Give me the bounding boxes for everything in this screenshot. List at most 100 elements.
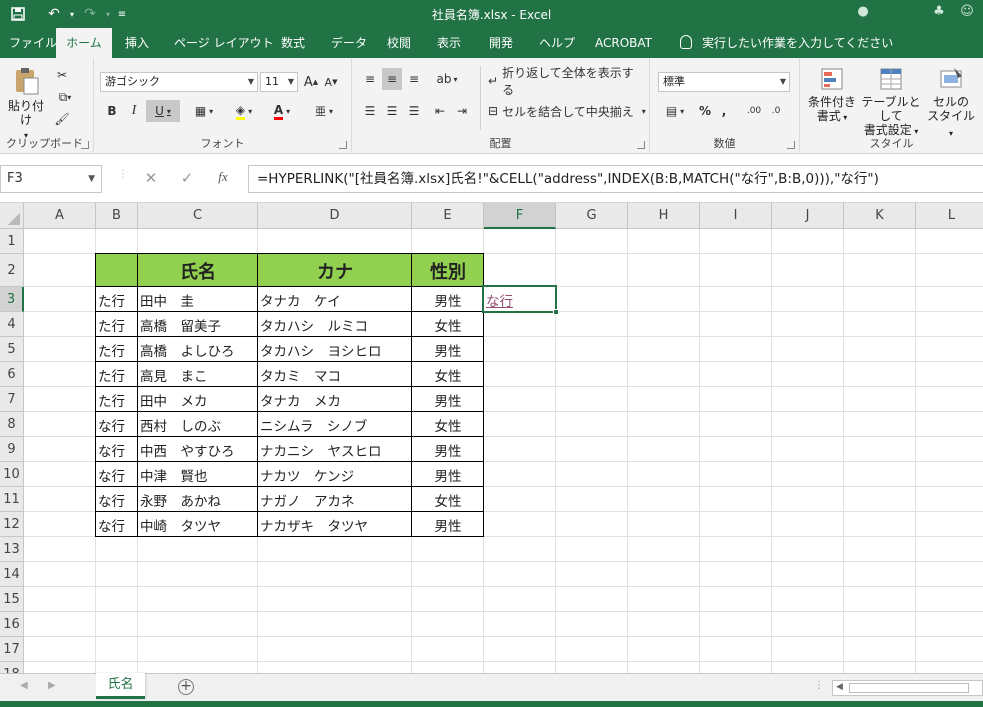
number-format-combo[interactable]: 標準 ▼: [658, 72, 790, 92]
row-header-7[interactable]: 7: [0, 387, 24, 412]
fill-handle[interactable]: [553, 309, 559, 315]
table-cell[interactable]: な行: [96, 512, 138, 537]
tab-acrobat[interactable]: ACROBAT: [586, 28, 661, 58]
tab-home[interactable]: ホーム: [56, 28, 112, 58]
column-header-h[interactable]: H: [628, 203, 700, 229]
table-cell[interactable]: ニシムラ シノブ: [258, 412, 412, 437]
column-header-k[interactable]: K: [844, 203, 916, 229]
row-header-13[interactable]: 13: [0, 537, 24, 562]
increase-decimal-icon[interactable]: .00: [744, 100, 764, 122]
table-cell[interactable]: 中西 やすひろ: [138, 437, 258, 462]
column-header-j[interactable]: J: [772, 203, 844, 229]
name-box[interactable]: F3 ▼: [0, 165, 102, 193]
borders-icon[interactable]: ▦ ▾: [188, 100, 220, 122]
table-cell[interactable]: た行: [96, 287, 138, 312]
column-header-b[interactable]: B: [96, 203, 138, 229]
row-header-11[interactable]: 11: [0, 487, 24, 512]
table-cell[interactable]: た行: [96, 362, 138, 387]
decrease-indent-icon[interactable]: ⇤: [430, 100, 450, 122]
merge-center-button[interactable]: ⊟ セルを結合して中央揃え ▾: [488, 100, 646, 122]
enter-icon[interactable]: ✓: [176, 169, 198, 189]
row-header-18[interactable]: 18: [0, 662, 24, 673]
table-cell[interactable]: 高橋 よしひろ: [138, 337, 258, 362]
decrease-decimal-icon[interactable]: .0: [766, 100, 786, 122]
row-header-9[interactable]: 9: [0, 437, 24, 462]
table-header-cell[interactable]: 氏名: [138, 254, 258, 287]
align-center-icon[interactable]: ☰: [382, 100, 402, 122]
fill-color-icon[interactable]: ◈ ▾: [228, 100, 260, 122]
table-cell[interactable]: た行: [96, 387, 138, 412]
align-left-icon[interactable]: ☰: [360, 100, 380, 122]
account-icon[interactable]: ●: [852, 4, 874, 24]
scroll-left-icon[interactable]: ◀: [836, 682, 843, 692]
table-cell[interactable]: 西村 しのぶ: [138, 412, 258, 437]
sheet-tab[interactable]: 氏名: [96, 673, 145, 699]
feedback-icon[interactable]: ☺: [956, 4, 978, 24]
column-header-a[interactable]: A: [24, 203, 96, 229]
table-cell[interactable]: な行: [96, 487, 138, 512]
row-header-16[interactable]: 16: [0, 612, 24, 637]
formula-input[interactable]: =HYPERLINK("[社員名簿.xlsx]氏名!"&CELL("addres…: [248, 165, 983, 193]
share-icon[interactable]: ♣: [928, 4, 950, 24]
table-cell[interactable]: た行: [96, 312, 138, 337]
table-cell[interactable]: 男性: [412, 287, 484, 312]
underline-icon[interactable]: U ▾: [146, 100, 180, 122]
column-header-l[interactable]: L: [916, 203, 983, 229]
column-header-i[interactable]: I: [700, 203, 772, 229]
column-header-c[interactable]: C: [138, 203, 258, 229]
table-cell[interactable]: ナカニシ ヤスヒロ: [258, 437, 412, 462]
orientation-icon[interactable]: ab ▾: [432, 68, 462, 90]
table-cell[interactable]: 高橋 留美子: [138, 312, 258, 337]
row-header-12[interactable]: 12: [0, 512, 24, 537]
tab-page-layout[interactable]: ページ レイアウト: [165, 28, 283, 58]
add-sheet-icon[interactable]: +: [178, 679, 194, 695]
select-all-button[interactable]: [0, 203, 24, 229]
next-sheet-icon[interactable]: ▶: [48, 680, 56, 691]
table-cell[interactable]: 男性: [412, 337, 484, 362]
number-launcher-icon[interactable]: [787, 141, 795, 149]
table-header-cell[interactable]: 性別: [412, 254, 484, 287]
table-cell[interactable]: タカハシ ルミコ: [258, 312, 412, 337]
tab-insert[interactable]: 挿入: [116, 28, 158, 58]
increase-indent-icon[interactable]: ⇥: [452, 100, 472, 122]
table-header-cell[interactable]: [96, 254, 138, 287]
wrap-text-button[interactable]: ↵ 折り返して全体を表示する: [488, 66, 638, 97]
spreadsheet-grid[interactable]: ABCDEFGHIJKL123456789101112131415161718氏…: [0, 203, 983, 673]
tab-view[interactable]: 表示: [428, 28, 470, 58]
table-cell[interactable]: タナカ メカ: [258, 387, 412, 412]
column-header-g[interactable]: G: [556, 203, 628, 229]
scroll-split-icon[interactable]: ⋮: [814, 680, 824, 691]
accounting-format-icon[interactable]: ▤ ▾: [658, 100, 692, 122]
table-cell[interactable]: 田中 メカ: [138, 387, 258, 412]
cut-icon[interactable]: ✂: [52, 64, 72, 86]
align-top-icon[interactable]: ≡: [360, 68, 380, 90]
tab-help[interactable]: ヘルプ: [530, 28, 584, 58]
row-header-15[interactable]: 15: [0, 587, 24, 612]
align-right-icon[interactable]: ☰: [404, 100, 424, 122]
tab-review[interactable]: 校閲: [378, 28, 420, 58]
table-cell[interactable]: タカミ マコ: [258, 362, 412, 387]
font-name-combo[interactable]: 游ゴシック ▼: [100, 72, 258, 92]
table-cell[interactable]: 高見 まこ: [138, 362, 258, 387]
table-cell[interactable]: タカハシ ヨシヒロ: [258, 337, 412, 362]
tab-data[interactable]: データ: [322, 28, 376, 58]
table-cell[interactable]: 中津 賢也: [138, 462, 258, 487]
bold-icon[interactable]: B: [102, 100, 122, 122]
table-cell[interactable]: 女性: [412, 362, 484, 387]
table-header-cell[interactable]: カナ: [258, 254, 412, 287]
tell-me-box[interactable]: 実行したい作業を入力してください: [680, 28, 893, 58]
font-launcher-icon[interactable]: [339, 141, 347, 149]
copy-icon[interactable]: ⧉ ▾: [52, 86, 78, 108]
table-cell[interactable]: 中崎 タツヤ: [138, 512, 258, 537]
table-cell[interactable]: な行: [96, 412, 138, 437]
cell-styles-button[interactable]: セルの スタイル ▾: [924, 66, 978, 141]
phonetic-icon[interactable]: 亜 ▾: [308, 100, 340, 122]
row-header-8[interactable]: 8: [0, 412, 24, 437]
font-size-combo[interactable]: 11 ▼: [260, 72, 298, 92]
table-cell[interactable]: タナカ ケイ: [258, 287, 412, 312]
table-cell[interactable]: ナカザキ タツヤ: [258, 512, 412, 537]
tab-developer[interactable]: 開発: [480, 28, 522, 58]
format-as-table-button[interactable]: テーブルとして 書式設定 ▾: [858, 66, 924, 139]
row-header-3[interactable]: 3: [0, 287, 24, 312]
row-header-1[interactable]: 1: [0, 229, 24, 254]
